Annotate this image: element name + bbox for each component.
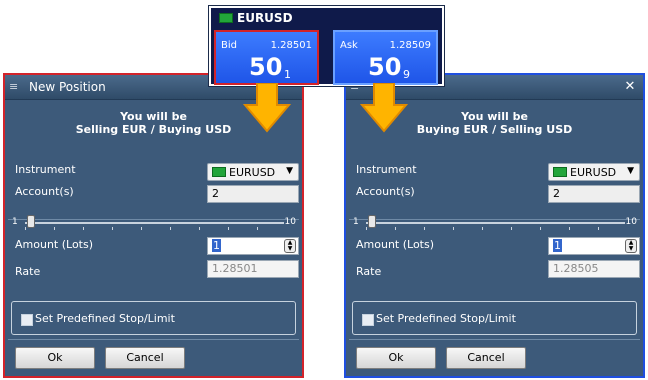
down-arrow-icon	[360, 83, 408, 133]
instrument-label: Instrument	[15, 163, 76, 176]
stop-limit-group: Set Predefined Stop/Limit	[11, 301, 296, 335]
amount-slider-thumb[interactable]	[27, 215, 35, 228]
stop-limit-checkbox[interactable]	[362, 314, 374, 326]
amount-slider-ticks	[366, 227, 625, 230]
amount-stepper[interactable]: ▲ ▼	[284, 239, 296, 253]
rate-label: Rate	[15, 265, 41, 278]
amount-slider-ticks	[25, 227, 284, 230]
amount-label: Amount (Lots)	[356, 238, 435, 251]
bid-full-price: 1.28501	[270, 40, 312, 51]
divider	[8, 339, 299, 340]
slider-max-label: 10	[284, 217, 296, 227]
stop-limit-group: Set Predefined Stop/Limit	[352, 301, 637, 335]
amount-input[interactable]: 1 ▲ ▼	[548, 237, 640, 255]
cancel-button[interactable]: Cancel	[446, 347, 526, 369]
instrument-select[interactable]: EURUSD ▼	[548, 163, 640, 181]
accounts-field[interactable]: 2	[207, 185, 299, 203]
stop-limit-label[interactable]: Set Predefined Stop/Limit	[376, 312, 516, 325]
ask-button[interactable]: Ask 1.28509 50 9	[333, 30, 438, 85]
bid-pip: 1	[284, 68, 291, 81]
chevron-down-icon: ▼	[286, 166, 293, 176]
ask-label: Ask	[340, 40, 358, 51]
instrument-value: EURUSD	[229, 166, 276, 179]
instrument-select[interactable]: EURUSD ▼	[207, 163, 299, 181]
amount-slider-track[interactable]	[366, 222, 625, 224]
quote-widget: EURUSD Bid 1.28501 50 1 Ask 1.28509 50 9	[208, 5, 445, 87]
amount-input[interactable]: 1 ▲ ▼	[207, 237, 299, 255]
ask-pip: 9	[403, 68, 410, 81]
instrument-value: EURUSD	[570, 166, 617, 179]
chevron-down-icon: ▼	[627, 166, 634, 176]
amount-label: Amount (Lots)	[15, 238, 94, 251]
instrument-flag-icon	[553, 167, 567, 177]
amount-value: 1	[553, 239, 562, 252]
accounts-field[interactable]: 2	[548, 185, 640, 203]
rate-label: Rate	[356, 265, 382, 278]
quote-widget-body: EURUSD Bid 1.28501 50 1 Ask 1.28509 50 9	[211, 8, 442, 85]
down-arrow-icon	[243, 83, 291, 133]
rate-field: 1.28505	[548, 260, 640, 278]
amount-stepper[interactable]: ▲ ▼	[625, 239, 637, 253]
stop-limit-label[interactable]: Set Predefined Stop/Limit	[35, 312, 175, 325]
rate-field: 1.28501	[207, 260, 299, 278]
slider-max-label: 10	[625, 217, 637, 227]
bid-button[interactable]: Bid 1.28501 50 1	[214, 30, 319, 85]
ok-button[interactable]: Ok	[356, 347, 436, 369]
bid-big-figure: 50	[249, 53, 283, 81]
amount-slider-thumb[interactable]	[368, 215, 376, 228]
slider-min-label: 1	[12, 217, 18, 227]
quote-symbol-text: EURUSD	[237, 11, 293, 25]
amount-value: 1	[212, 239, 221, 252]
slider-min-label: 1	[353, 217, 359, 227]
instrument-label: Instrument	[356, 163, 417, 176]
close-icon[interactable]: ✕	[623, 80, 637, 94]
ok-button[interactable]: Ok	[15, 347, 95, 369]
instrument-flag-icon	[212, 167, 226, 177]
amount-slider-track[interactable]	[25, 222, 284, 224]
bid-label: Bid	[221, 40, 237, 51]
quote-symbol: EURUSD	[219, 11, 293, 25]
divider	[349, 339, 640, 340]
stop-limit-checkbox[interactable]	[21, 314, 33, 326]
dialog-title: New Position	[29, 80, 106, 94]
app-logo-icon: ≡	[9, 80, 19, 93]
symbol-flag-icon	[219, 13, 233, 23]
ask-full-price: 1.28509	[389, 40, 431, 51]
accounts-label: Account(s)	[356, 185, 415, 198]
cancel-button[interactable]: Cancel	[105, 347, 185, 369]
ask-big-figure: 50	[368, 53, 402, 81]
accounts-label: Account(s)	[15, 185, 74, 198]
